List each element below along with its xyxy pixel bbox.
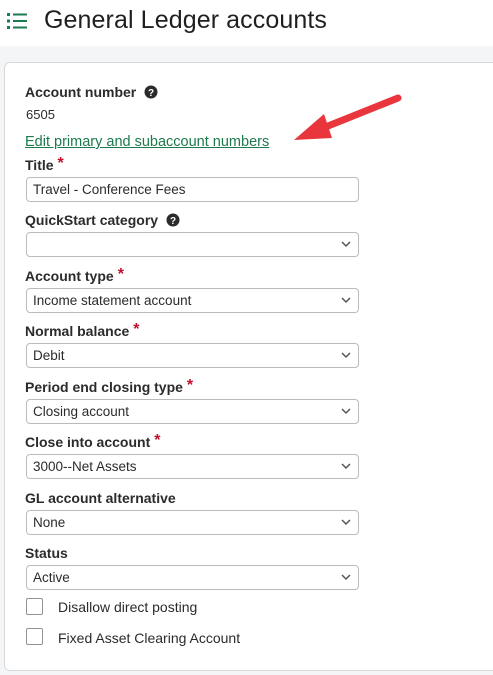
status-select[interactable]: Active: [26, 565, 359, 590]
account-number-value: 6505: [26, 107, 55, 122]
edit-account-numbers-link[interactable]: Edit primary and subaccount numbers: [25, 134, 269, 150]
normal-balance-label: Normal balance *: [25, 321, 140, 339]
quickstart-select[interactable]: [26, 232, 359, 257]
chevron-down-icon: [341, 519, 351, 526]
title-input[interactable]: [26, 177, 359, 202]
disallow-direct-posting-label: Disallow direct posting: [58, 599, 198, 615]
fixed-asset-clearing-label: Fixed Asset Clearing Account: [58, 630, 241, 646]
account-number-label: Account number ?: [25, 84, 158, 100]
closing-type-label: Period end closing type *: [25, 377, 194, 395]
svg-text:?: ?: [170, 216, 176, 227]
closing-type-select[interactable]: Closing account: [26, 399, 359, 424]
required-marker: *: [57, 155, 64, 172]
account-type-select[interactable]: Income statement account: [26, 288, 359, 313]
gl-alternative-label: GL account alternative: [25, 490, 176, 506]
close-into-select[interactable]: 3000--Net Assets: [26, 454, 359, 479]
gl-alternative-select[interactable]: None: [26, 510, 359, 535]
status-label: Status: [25, 545, 68, 561]
normal-balance-select[interactable]: Debit: [26, 343, 359, 368]
list-menu-icon[interactable]: [7, 12, 27, 30]
page-title: General Ledger accounts: [44, 6, 328, 34]
chevron-down-icon: [341, 352, 351, 359]
close-into-label: Close into account *: [25, 432, 161, 450]
chevron-down-icon: [341, 297, 351, 304]
svg-text:?: ?: [148, 88, 154, 99]
required-marker: *: [154, 432, 161, 449]
account-type-label: Account type *: [25, 266, 124, 284]
chevron-down-icon: [341, 241, 351, 248]
required-marker: *: [186, 377, 194, 394]
title-label: Title *: [25, 155, 64, 173]
required-marker: *: [117, 266, 124, 283]
help-icon[interactable]: ?: [166, 213, 180, 227]
page-header: General Ledger accounts: [0, 0, 493, 46]
help-icon[interactable]: ?: [144, 85, 158, 99]
quickstart-label: QuickStart category ?: [25, 212, 180, 228]
annotation-arrow-icon: [294, 94, 402, 140]
chevron-down-icon: [341, 574, 351, 581]
disallow-direct-posting-checkbox[interactable]: [26, 598, 43, 615]
fixed-asset-clearing-checkbox[interactable]: [26, 628, 43, 645]
chevron-down-icon: [341, 408, 351, 415]
required-marker: *: [133, 321, 140, 338]
chevron-down-icon: [341, 463, 351, 470]
